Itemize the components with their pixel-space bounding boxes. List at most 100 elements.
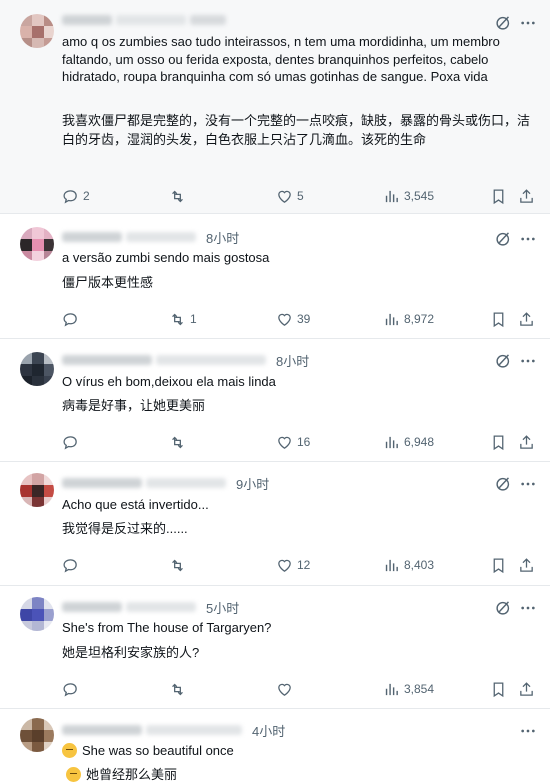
more-icon[interactable] (520, 600, 536, 616)
share-button[interactable] (518, 556, 535, 574)
avatar[interactable] (20, 597, 54, 631)
comment-5[interactable]: 5小时 She's from The house of Targaryen? 她… (0, 587, 550, 709)
comment-6[interactable]: 4小时 She was so beautiful once 她曾经那么美丽 (0, 710, 550, 784)
handle-redacted[interactable] (126, 232, 196, 242)
comment-2[interactable]: 8小时 a versão zumbi sendo mais gostosa 僵尸… (0, 217, 550, 339)
action-bar: 3,854 (62, 680, 538, 698)
avatar[interactable] (20, 473, 54, 507)
like-button[interactable]: 16 (276, 433, 310, 451)
timestamp[interactable]: 5小时 (206, 598, 239, 617)
comment-text: Acho que está invertido... (62, 497, 209, 512)
share-button[interactable] (518, 187, 535, 205)
share-button[interactable] (518, 433, 535, 451)
repost-button[interactable]: 1 (169, 310, 197, 328)
reply-icon (63, 312, 77, 326)
reply-button[interactable]: 2 (62, 187, 90, 205)
grok-icon[interactable] (495, 475, 512, 492)
repost-button[interactable] (169, 433, 190, 451)
handle-redacted[interactable] (116, 15, 186, 25)
repost-count: 1 (190, 312, 197, 326)
timestamp[interactable]: 4小时 (252, 721, 285, 740)
like-button[interactable]: 5 (276, 187, 304, 205)
bookmark-button[interactable] (490, 310, 507, 328)
grok-icon[interactable] (495, 599, 512, 616)
views-count: 3,854 (404, 682, 435, 696)
repost-button[interactable] (169, 556, 190, 574)
views-count: 3,545 (404, 189, 435, 203)
handle-redacted[interactable] (146, 478, 226, 488)
views-icon (385, 436, 398, 448)
sad-face-emoji-icon (66, 767, 81, 782)
more-icon[interactable] (520, 231, 536, 247)
bookmark-icon (493, 311, 504, 327)
grok-icon[interactable] (495, 230, 512, 247)
comment-4[interactable]: 9小时 Acho que está invertido... 我觉得是反过来的.… (0, 463, 550, 586)
comment-header (62, 12, 226, 28)
views-button[interactable]: 6,948 (383, 433, 434, 451)
more-icon[interactable] (520, 476, 536, 492)
username-redacted[interactable] (62, 602, 122, 612)
grok-icon[interactable] (495, 14, 512, 31)
username-redacted[interactable] (62, 478, 142, 488)
bookmark-button[interactable] (490, 556, 507, 574)
comment-text: She was so beautiful once (82, 743, 234, 758)
avatar[interactable] (20, 14, 54, 48)
views-button[interactable]: 3,854 (383, 680, 434, 698)
like-button[interactable]: 39 (276, 310, 310, 328)
repost-icon (172, 683, 183, 695)
repost-button[interactable] (169, 680, 190, 698)
comment-translation: 僵尸版本更性感 (62, 275, 154, 290)
bookmark-button[interactable] (490, 680, 507, 698)
reply-button[interactable] (62, 433, 83, 451)
views-count: 8,403 (404, 558, 435, 572)
more-icon[interactable] (520, 723, 536, 739)
comment-1[interactable]: amo q os zumbies sao tudo inteirassos, n… (0, 0, 550, 214)
comment-translation: 我喜欢僵尸都是完整的，没有一个完整的一点咬痕，缺肢，暴露的骨头或伤口，洁白的牙齿… (62, 113, 531, 147)
avatar[interactable] (20, 718, 54, 752)
reply-count: 2 (83, 189, 90, 203)
like-button[interactable] (276, 680, 297, 698)
handle-redacted[interactable] (146, 725, 242, 735)
username-redacted[interactable] (62, 232, 122, 242)
timestamp[interactable]: 8小时 (276, 351, 309, 370)
bookmark-button[interactable] (490, 187, 507, 205)
like-icon (278, 683, 291, 696)
comment-translation: 她是坦格利安家族的人? (62, 645, 200, 660)
views-icon (385, 559, 398, 571)
grok-icon[interactable] (495, 352, 512, 369)
avatar[interactable] (20, 352, 54, 386)
comment-3[interactable]: 8小时 O vírus eh bom,deixou ela mais linda… (0, 340, 550, 462)
username-redacted[interactable] (62, 725, 142, 735)
bookmark-button[interactable] (490, 433, 507, 451)
username-redacted[interactable] (62, 15, 112, 25)
repost-icon (172, 313, 183, 325)
reply-button[interactable] (62, 680, 83, 698)
reply-icon (63, 189, 77, 203)
handle-redacted[interactable] (126, 602, 196, 612)
comment-header: 8小时 (62, 351, 309, 370)
action-bar: 1 39 8,972 (62, 310, 538, 328)
handle-redacted[interactable] (190, 15, 226, 25)
timestamp[interactable]: 8小时 (206, 228, 239, 247)
views-icon (385, 190, 398, 202)
timestamp[interactable]: 9小时 (236, 474, 269, 493)
handle-redacted[interactable] (156, 355, 266, 365)
reply-button[interactable] (62, 556, 83, 574)
views-button[interactable]: 3,545 (383, 187, 434, 205)
share-button[interactable] (518, 680, 535, 698)
comment-translation-row: 她曾经那么美丽 (66, 765, 530, 784)
repost-button[interactable] (169, 187, 190, 205)
comment-translation: 病毒是好事，让她更美丽 (62, 398, 206, 413)
username-redacted[interactable] (62, 355, 152, 365)
avatar[interactable] (20, 227, 54, 261)
action-bar: 12 8,403 (62, 556, 538, 574)
views-button[interactable]: 8,972 (383, 310, 434, 328)
more-icon[interactable] (520, 15, 536, 31)
share-button[interactable] (518, 310, 535, 328)
like-count: 5 (297, 189, 304, 203)
views-button[interactable]: 8,403 (383, 556, 434, 574)
like-button[interactable]: 12 (276, 556, 310, 574)
more-icon[interactable] (520, 353, 536, 369)
reply-button[interactable] (62, 310, 83, 328)
comment-translation: 我觉得是反过来的...... (62, 521, 188, 536)
